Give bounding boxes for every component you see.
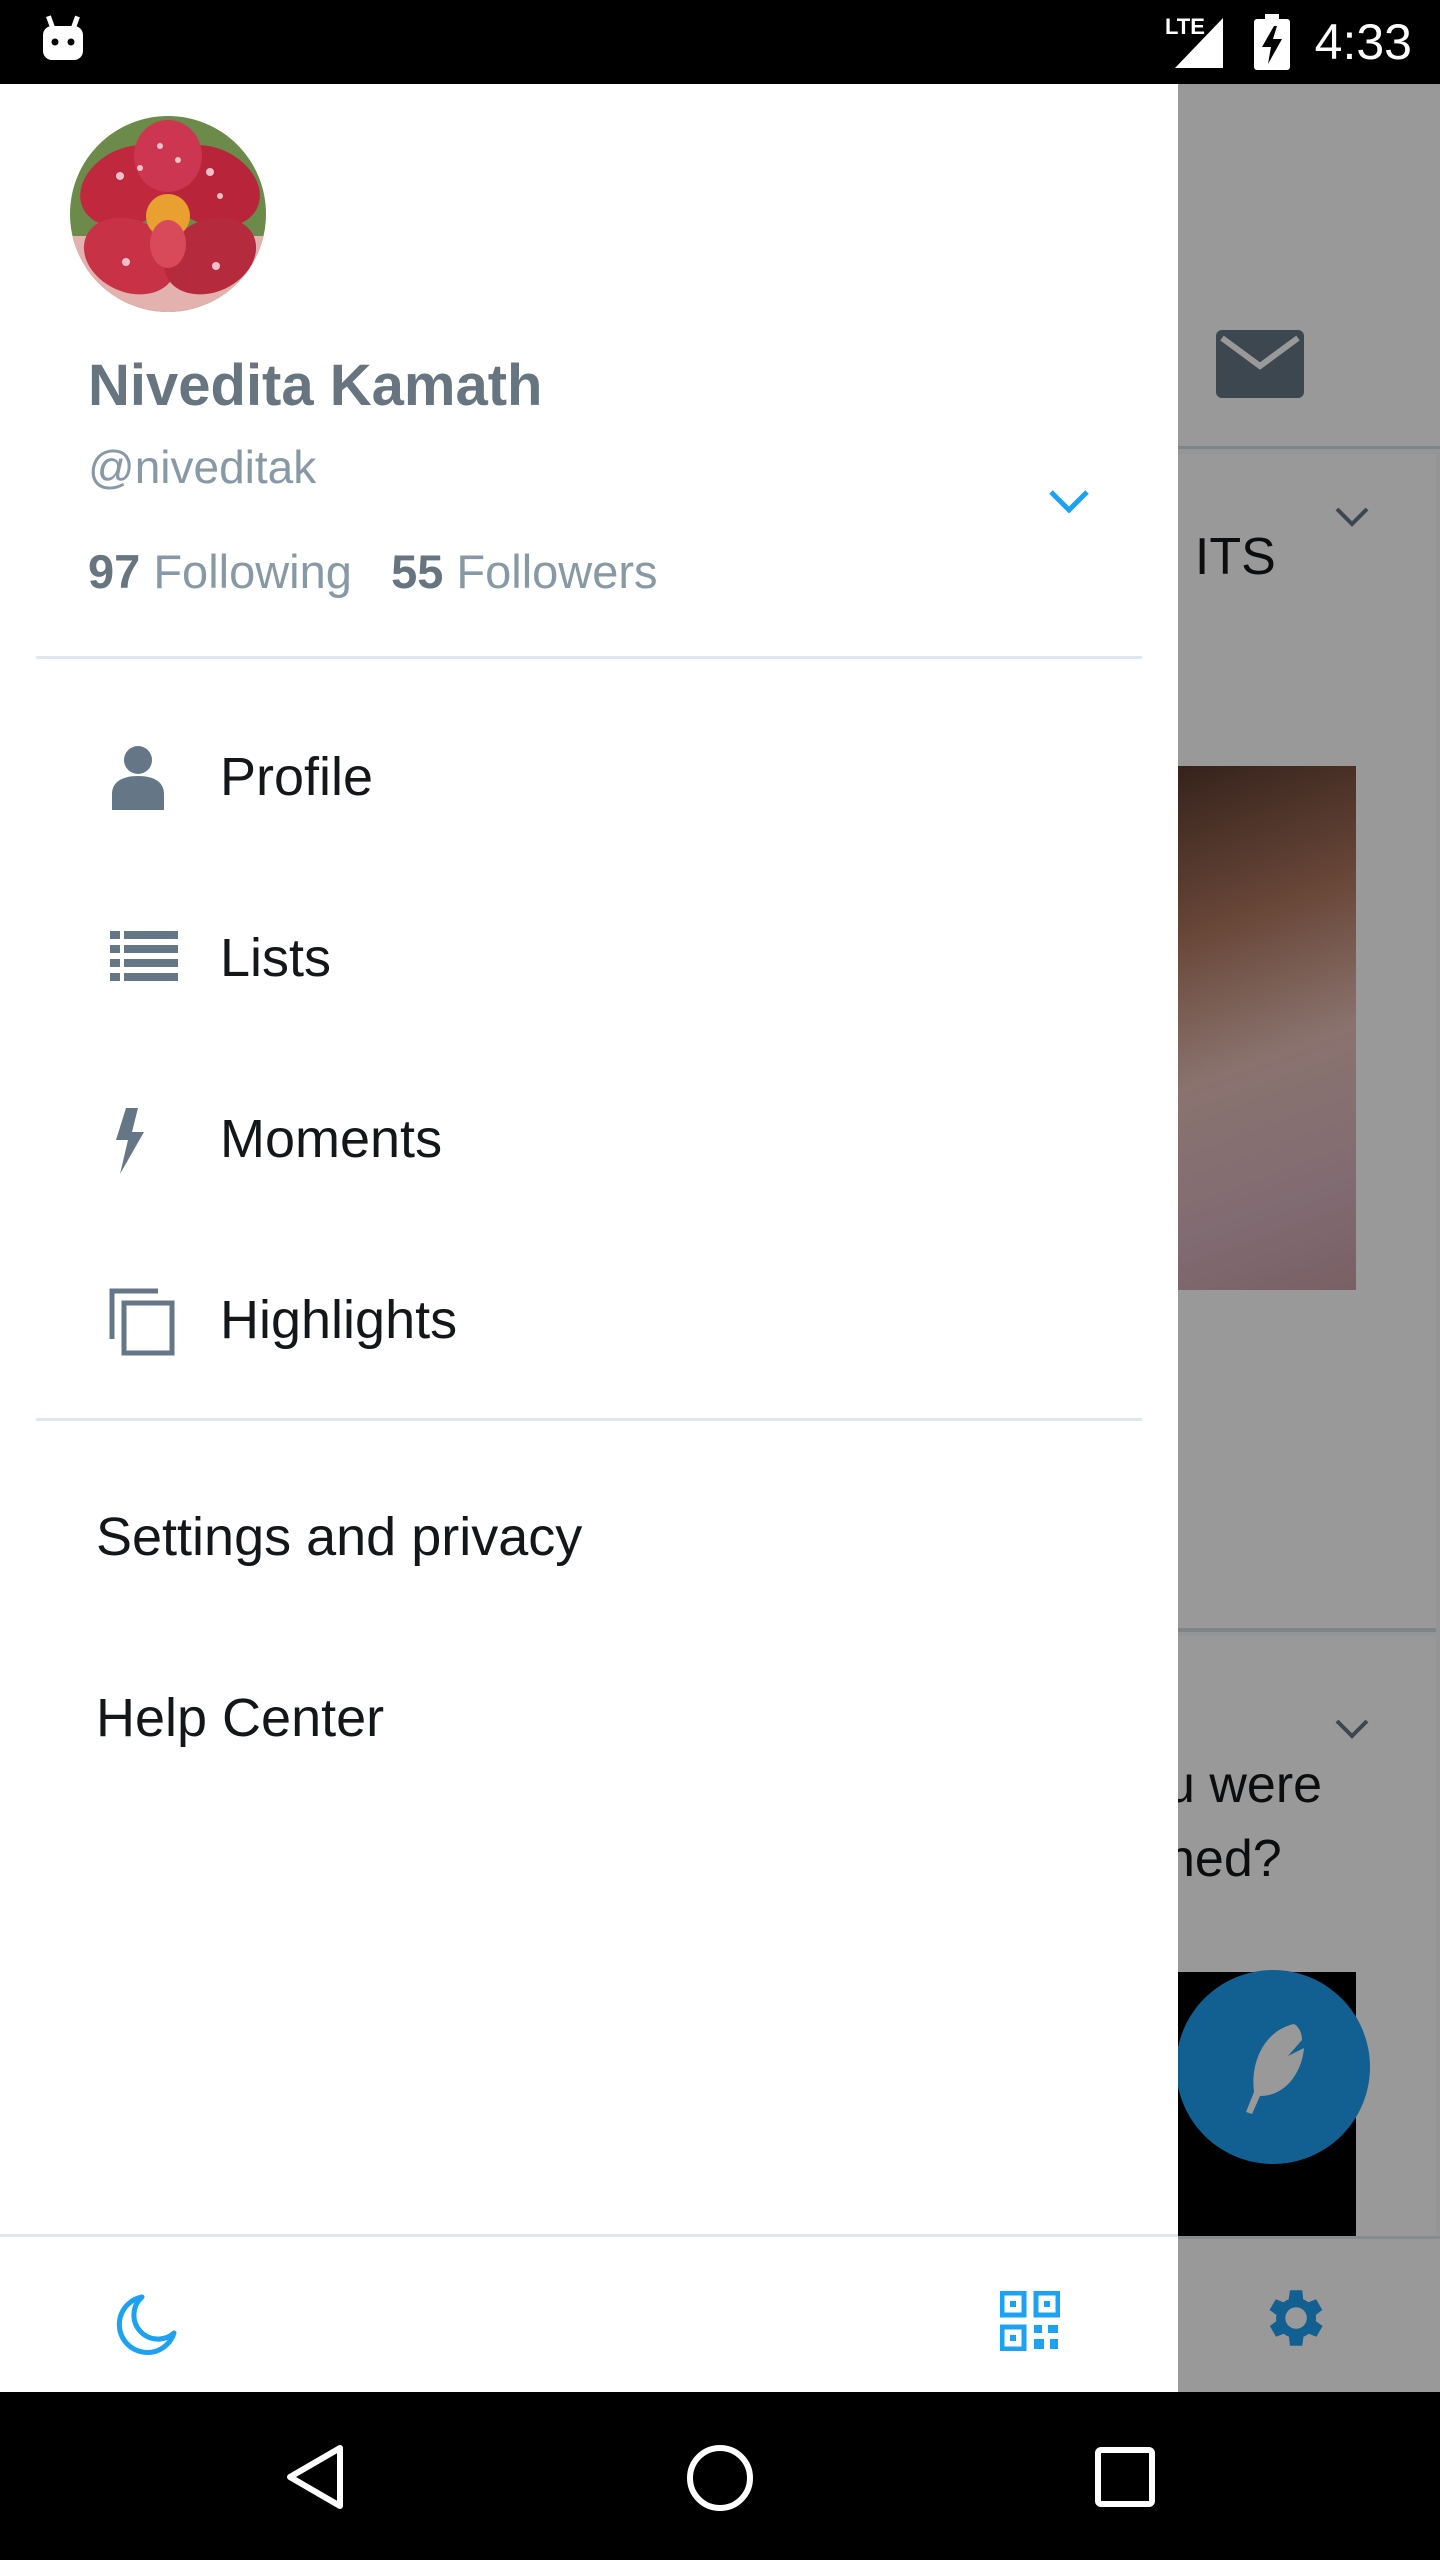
lists-icon — [110, 931, 178, 981]
signal-icon — [1175, 18, 1223, 68]
divider — [36, 656, 1142, 659]
menu-item-label: Lists — [220, 928, 332, 988]
menu-item-lists[interactable]: Lists — [0, 883, 1178, 1033]
menu-item-label: Profile — [220, 747, 374, 807]
menu-item-moments[interactable]: Moments — [0, 1064, 1178, 1214]
battery-charging-icon — [1254, 14, 1290, 70]
user-name[interactable]: Nivedita Kamath — [88, 352, 542, 419]
qr-code-icon[interactable] — [1000, 2291, 1060, 2351]
menu-item-highlights[interactable]: Highlights — [0, 1245, 1178, 1395]
user-handle: @niveditak — [88, 441, 317, 493]
orchid-photo — [70, 116, 266, 312]
home-icon[interactable] — [686, 2444, 754, 2512]
highlights-icon — [109, 1288, 175, 1356]
menu-item-label: Help Center — [96, 1688, 385, 1748]
back-icon[interactable] — [284, 2442, 346, 2512]
following-count: 97 — [88, 545, 141, 598]
followers-label: Followers — [456, 545, 658, 598]
moon-icon[interactable] — [112, 2293, 178, 2359]
system-nav-bar — [0, 2392, 1440, 2560]
recents-icon[interactable] — [1094, 2446, 1156, 2508]
navigation-drawer: Nivedita Kamath @niveditak 97 Following … — [0, 84, 1178, 2392]
status-bar: LTE 4:33 — [0, 0, 1440, 84]
following-link[interactable]: 97 Following — [88, 545, 352, 598]
menu-item-label: Settings and privacy — [96, 1507, 583, 1567]
avatar[interactable] — [70, 116, 266, 312]
followers-count: 55 — [391, 545, 444, 598]
menu-item-help-center[interactable]: Help Center — [0, 1643, 1178, 1793]
menu-item-label: Highlights — [220, 1290, 458, 1350]
menu-item-label: Moments — [220, 1109, 443, 1169]
divider — [36, 1418, 1142, 1421]
person-icon — [112, 746, 164, 810]
drawer-footer — [0, 2234, 1178, 2395]
android-notification-icon — [43, 15, 83, 60]
followers-link[interactable]: 55 Followers — [391, 545, 657, 598]
menu-item-profile[interactable]: Profile — [0, 702, 1178, 852]
lightning-icon — [116, 1108, 144, 1174]
menu-item-settings-and-privacy[interactable]: Settings and privacy — [0, 1462, 1178, 1612]
clock: 4:33 — [1314, 14, 1412, 70]
follow-stats: 97 Following 55 Followers — [88, 544, 658, 599]
account-switcher-chevron-icon[interactable] — [1046, 484, 1092, 520]
following-label: Following — [153, 545, 352, 598]
